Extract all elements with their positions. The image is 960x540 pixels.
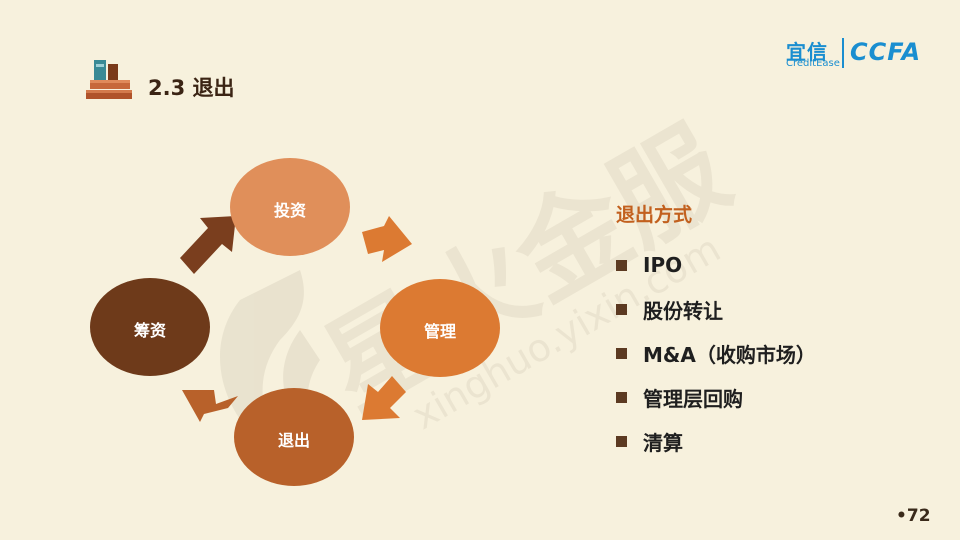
list-item: M&A（收购市场）: [616, 331, 816, 375]
list-item-label: 股份转让: [643, 298, 723, 323]
node-exit-label: 退出: [277, 431, 310, 450]
exit-methods-list: 退出方式 IPO 股份转让 M&A（收购市场） 管理层回购 清算: [616, 200, 816, 463]
bullet-icon: [616, 391, 627, 403]
node-financing-label: 筹资: [133, 321, 166, 340]
arrow-management-to-exit: [362, 376, 406, 420]
arrow-investment-to-management: [362, 216, 412, 262]
list-item-label: M&A（收购市场）: [643, 342, 816, 367]
list-item-label: IPO: [643, 253, 683, 277]
bullet-icon: [616, 259, 627, 271]
page-number: •72: [896, 506, 931, 526]
node-management-label: 管理: [423, 322, 456, 341]
arrow-exit-to-financing: [182, 390, 238, 422]
list-item: 清算: [616, 419, 816, 463]
arrow-financing-to-investment: [180, 216, 236, 274]
cycle-diagram: [90, 158, 500, 486]
list-item: 股份转让: [616, 287, 816, 331]
bullet-icon: [616, 347, 627, 359]
list-item: IPO: [616, 243, 816, 287]
list-item: 管理层回购: [616, 375, 816, 419]
list-item-label: 管理层回购: [643, 386, 743, 411]
bullet-icon: [616, 303, 627, 315]
bullet-icon: [616, 435, 627, 447]
list-item-label: 清算: [643, 430, 683, 455]
node-investment-label: 投资: [273, 201, 306, 220]
exit-methods-heading: 退出方式: [616, 204, 693, 226]
